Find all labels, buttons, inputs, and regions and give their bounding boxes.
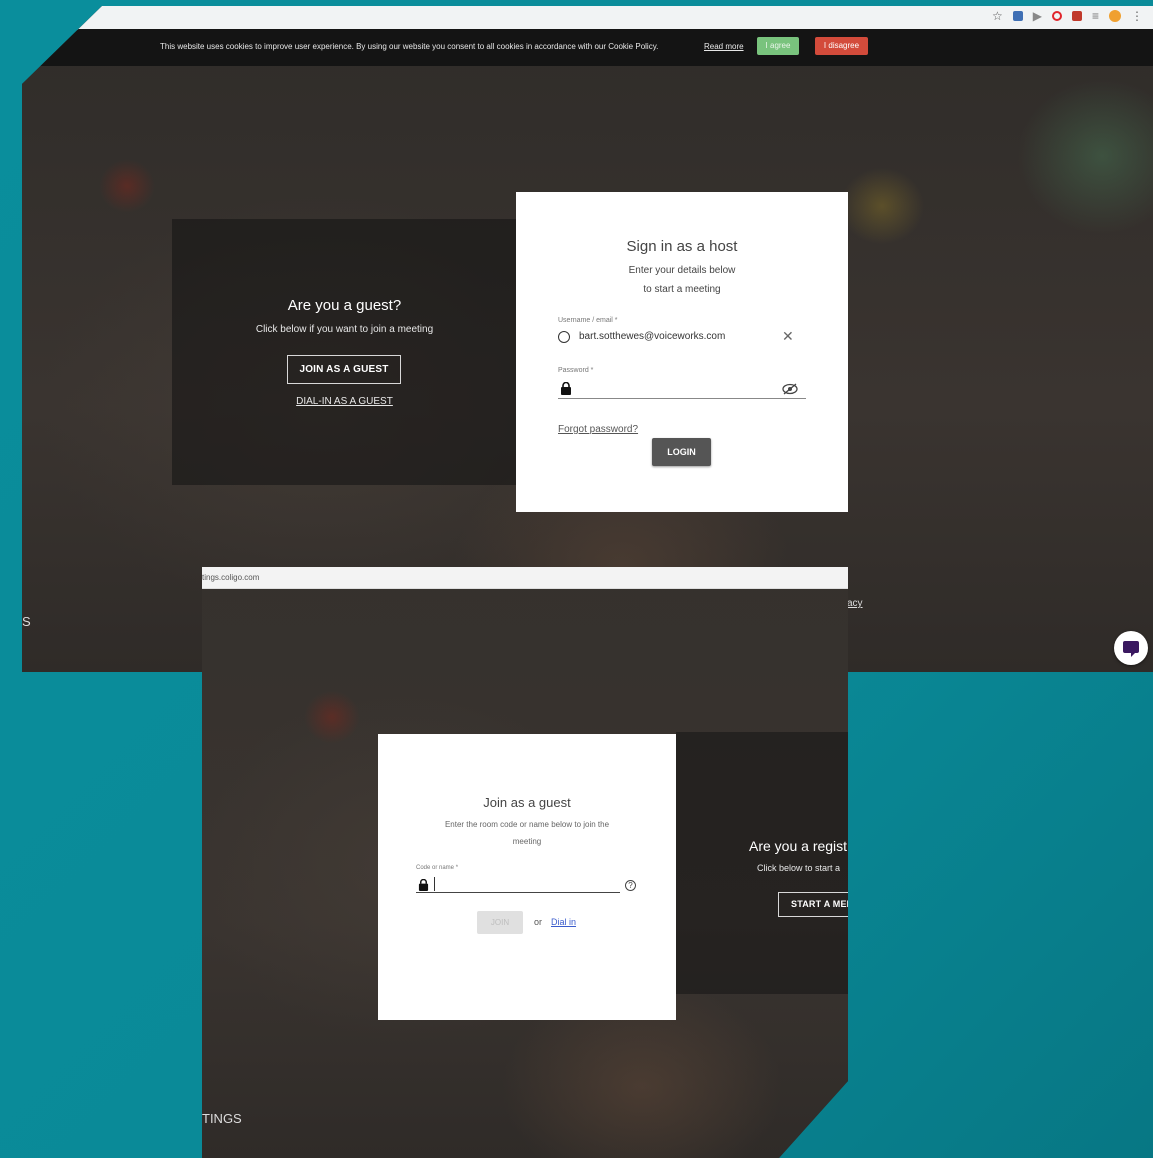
disagree-button[interactable]: I disagree [815,37,868,55]
sign-in-subtitle-1: Enter your details below [628,265,736,276]
sign-in-subtitle-2: to start a meeting [643,284,721,295]
registered-title: Are you a regist [749,838,848,854]
guest-title: Are you a guest? [287,297,402,314]
join-as-guest-button[interactable]: JOIN AS A GUEST [287,355,401,384]
password-field[interactable] [576,378,776,394]
url-text: tings.coligo.com [202,573,260,582]
opera-icon[interactable] [1051,11,1062,21]
dial-in-link[interactable]: Dial in [551,917,576,927]
password-label: Password * [558,367,594,374]
join-subtitle-2: meeting [512,837,542,846]
username-label: Username / email * [558,317,618,324]
guest-subtitle: Click below if you want to join a meetin… [255,324,434,335]
chat-button[interactable] [1114,631,1148,665]
star-icon[interactable]: ☆ [992,9,1003,23]
forgot-password-link[interactable]: Forgot password? [558,424,638,435]
read-more-link[interactable]: Read more [704,42,744,51]
login-button[interactable]: LOGIN [652,438,711,466]
lock-icon [418,878,429,896]
browser-toolbar: ☆ ▶ ≡ ⋮ [22,6,1153,30]
user-icon [558,331,570,343]
extension-icon[interactable] [1071,11,1082,21]
agree-button[interactable]: I agree [757,37,799,55]
play-icon[interactable]: ▶ [1033,9,1042,23]
code-input[interactable] [434,877,620,891]
username-field[interactable]: bart.sotthewes@voiceworks.com [579,331,725,342]
join-button[interactable]: JOIN [477,911,523,934]
url-bar[interactable]: tings.coligo.com [202,567,848,589]
registered-subtitle: Click below to start a [757,863,841,873]
join-title: Join as a guest [483,795,571,810]
code-underline [416,892,620,893]
footer-brand-fragment: S [22,614,31,629]
registered-user-panel: Are you a regist Click below to start a … [676,732,848,994]
privacy-link-fragment[interactable]: acy [847,598,863,609]
help-icon[interactable]: ? [625,880,636,891]
profile-icon[interactable] [1109,10,1121,22]
code-label: Code or name * [416,865,459,871]
sign-in-title: Sign in as a host [626,238,738,255]
clear-icon[interactable]: ✕ [782,328,794,345]
join-subtitle-1: Enter the room code or name below to joi… [444,820,610,829]
join-guest-card: Join as a guest Enter the room code or n… [378,734,676,1020]
footer-brand-fragment: TINGS [202,1111,242,1126]
password-underline [558,398,806,399]
menu-icon[interactable]: ⋮ [1131,9,1143,23]
cookie-bar: This website uses cookies to improve use… [22,29,1153,66]
guest-join-window: tings.coligo.com Are you a regist Click … [202,567,848,1158]
playlist-icon[interactable]: ≡ [1092,9,1099,23]
dial-in-as-guest-link[interactable]: DIAL-IN AS A GUEST [172,396,517,407]
start-meeting-button[interactable]: START A MEE [778,892,848,917]
or-text: or [534,917,543,927]
cookie-text: This website uses cookies to improve use… [160,42,659,51]
sign-in-card: Sign in as a host Enter your details bel… [516,192,848,512]
extension-icon[interactable] [1012,11,1023,21]
